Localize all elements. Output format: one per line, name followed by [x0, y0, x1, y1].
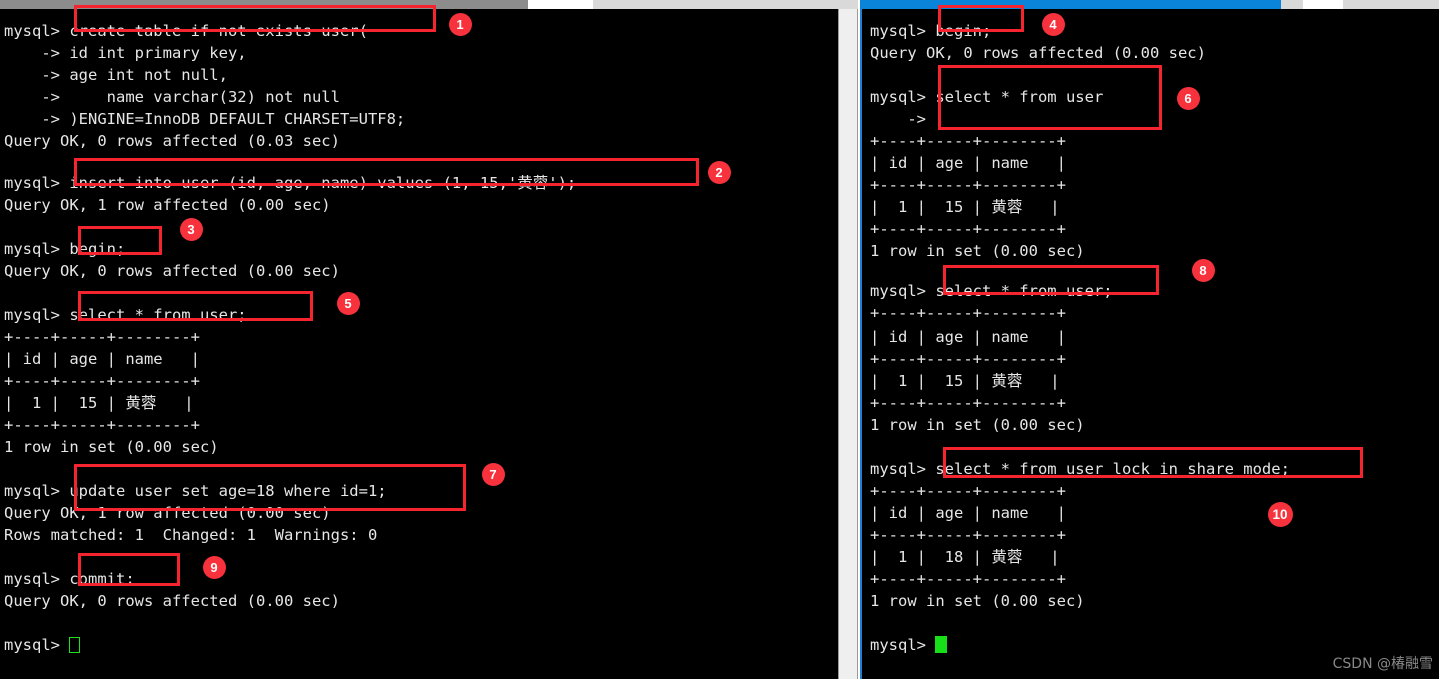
- terminal-output-line: +----+-----+--------+: [870, 526, 1066, 544]
- terminal-output-line: mysql> create table if not exists user(: [4, 22, 368, 40]
- terminal-output-line: Query OK, 0 rows affected (0.00 sec): [870, 44, 1206, 62]
- left-prompt-text: mysql>: [4, 636, 70, 654]
- terminal-output-line: | id | age | name |: [4, 350, 200, 368]
- left-terminal-screen[interactable]: mysql> create table if not exists user( …: [0, 9, 838, 679]
- terminal-output-line: +----+-----+--------+: [870, 394, 1066, 412]
- terminal-output-line: +----+-----+--------+: [870, 350, 1066, 368]
- step-badge-3: 3: [179, 217, 203, 241]
- terminal-output-line: mysql> select * from user;: [870, 282, 1113, 300]
- terminal-output-line: -> id int primary key,: [4, 44, 247, 62]
- terminal-output-line: -> )ENGINE=InnoDB DEFAULT CHARSET=UTF8;: [4, 110, 406, 128]
- text-cursor-hollow-icon: [69, 637, 81, 653]
- terminal-output-line: mysql> begin;: [870, 22, 992, 40]
- terminal-output-line: | 1 | 15 | 黄蓉 |: [870, 198, 1060, 216]
- step-badge-9: 9: [202, 555, 226, 579]
- terminal-output-line: | id | age | name |: [870, 504, 1066, 522]
- terminal-output-line: +----+-----+--------+: [870, 304, 1066, 322]
- screenshot-root: mysql> create table if not exists user( …: [0, 0, 1439, 679]
- terminal-output-line: mysql> insert into user (id, age, name) …: [4, 174, 577, 192]
- terminal-output-line: +----+-----+--------+: [870, 570, 1066, 588]
- terminal-output-line: +----+-----+--------+: [870, 176, 1066, 194]
- terminal-output-line: Query OK, 0 rows affected (0.00 sec): [4, 592, 340, 610]
- right-terminal-screen[interactable]: mysql> begin; Query OK, 0 rows affected (…: [860, 9, 1439, 679]
- step-badge-2: 2: [707, 160, 731, 184]
- terminal-output-line: Query OK, 0 rows affected (0.00 sec): [4, 262, 340, 280]
- terminal-output-line: -> ;: [870, 110, 945, 128]
- right-terminal-prompt-line[interactable]: mysql>: [862, 634, 948, 656]
- terminal-output-line: Query OK, 1 row affected (0.00 sec): [4, 196, 331, 214]
- step-badge-7: 7: [481, 462, 505, 486]
- terminal-output-line: +----+-----+--------+: [870, 482, 1066, 500]
- terminal-output-line: 1 row in set (0.00 sec): [870, 592, 1085, 610]
- terminal-output-line: Query OK, 1 row affected (0.00 sec): [4, 504, 331, 522]
- terminal-output-line: 1 row in set (0.00 sec): [870, 416, 1085, 434]
- terminal-output-line: | 1 | 18 | 黄蓉 |: [870, 548, 1060, 566]
- right-prompt-text: mysql>: [870, 636, 936, 654]
- terminal-output-line: | 1 | 15 | 黄蓉 |: [870, 372, 1060, 390]
- step-badge-10: 10: [1267, 501, 1293, 527]
- left-titlebar-white-segment: [528, 0, 593, 9]
- step-badge-1: 1: [448, 12, 472, 36]
- terminal-output-line: | id | age | name |: [870, 154, 1066, 172]
- step-badge-4: 4: [1041, 12, 1065, 36]
- right-window-titlebar[interactable]: [860, 0, 1439, 9]
- left-window-titlebar[interactable]: [0, 0, 858, 9]
- terminal-output-line: -> name varchar(32) not null: [4, 88, 340, 106]
- left-terminal-prompt-line[interactable]: mysql>: [0, 634, 81, 656]
- terminal-output-line: | 1 | 15 | 黄蓉 |: [4, 394, 194, 412]
- right-terminal-window[interactable]: mysql> begin; Query OK, 0 rows affected (…: [860, 0, 1439, 679]
- step-badge-6: 6: [1176, 86, 1200, 110]
- terminal-output-line: Rows matched: 1 Changed: 1 Warnings: 0: [4, 526, 378, 544]
- left-terminal-window[interactable]: mysql> create table if not exists user( …: [0, 0, 858, 679]
- terminal-output-line: -> age int not null,: [4, 66, 228, 84]
- terminal-output-line: +----+-----+--------+: [870, 132, 1066, 150]
- terminal-output-line: mysql> select * from user lock in share …: [870, 460, 1290, 478]
- step-badge-5: 5: [336, 291, 360, 315]
- terminal-output-line: +----+-----+--------+: [4, 416, 200, 434]
- terminal-output-line: 1 row in set (0.00 sec): [4, 438, 219, 456]
- step-badge-8: 8: [1191, 258, 1215, 282]
- terminal-output-line: +----+-----+--------+: [870, 220, 1066, 238]
- terminal-output-line: Query OK, 0 rows affected (0.03 sec): [4, 132, 340, 150]
- text-cursor-block-icon: [935, 636, 948, 653]
- terminal-output-line: mysql> update user set age=18 where id=1…: [4, 482, 387, 500]
- terminal-output-line: 1 row in set (0.00 sec): [870, 242, 1085, 260]
- terminal-output-line: mysql> select * from user;: [4, 306, 247, 324]
- terminal-output-line: +----+-----+--------+: [4, 328, 200, 346]
- left-scrollbar-thumb[interactable]: [839, 9, 857, 679]
- terminal-output-line: mysql> select * from user: [870, 88, 1104, 106]
- terminal-output-line: | id | age | name |: [870, 328, 1066, 346]
- terminal-output-line: +----+-----+--------+: [4, 372, 200, 390]
- csdn-watermark: CSDN @椿融雪: [1332, 656, 1433, 672]
- terminal-output-line: mysql> commit;: [4, 570, 135, 588]
- right-titlebar-white-segment: [1303, 0, 1343, 9]
- terminal-output-line: mysql> begin;: [4, 240, 126, 258]
- left-terminal-scrollbar[interactable]: [838, 9, 858, 679]
